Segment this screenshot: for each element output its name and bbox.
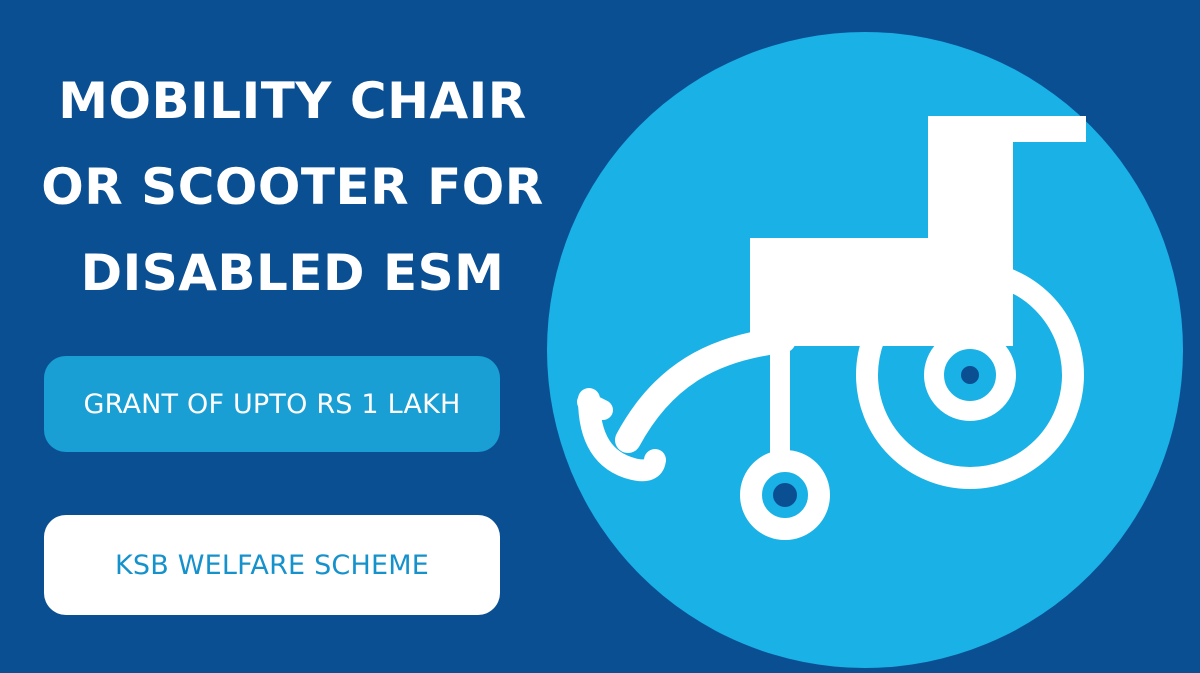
page-title: MOBILITY CHAIR OR SCOOTER FOR DISABLED E… [20, 58, 565, 316]
title-line-1: MOBILITY CHAIR [58, 72, 527, 130]
wheelchair-emblem [547, 32, 1183, 668]
grant-badge-label: GRANT OF UPTO RS 1 LAKH [83, 388, 461, 420]
banner: MOBILITY CHAIR OR SCOOTER FOR DISABLED E… [0, 0, 1200, 673]
scheme-badge-label: KSB WELFARE SCHEME [115, 549, 429, 581]
title-line-2: OR SCOOTER FOR [41, 158, 544, 216]
footrest-arm-icon [577, 392, 613, 420]
scheme-badge: KSB WELFARE SCHEME [44, 515, 500, 615]
rear-wheel-hub-icon [961, 366, 979, 384]
title-line-3: DISABLED ESM [80, 244, 505, 302]
grant-badge: GRANT OF UPTO RS 1 LAKH [44, 356, 500, 452]
caster-hub-icon [773, 483, 797, 507]
